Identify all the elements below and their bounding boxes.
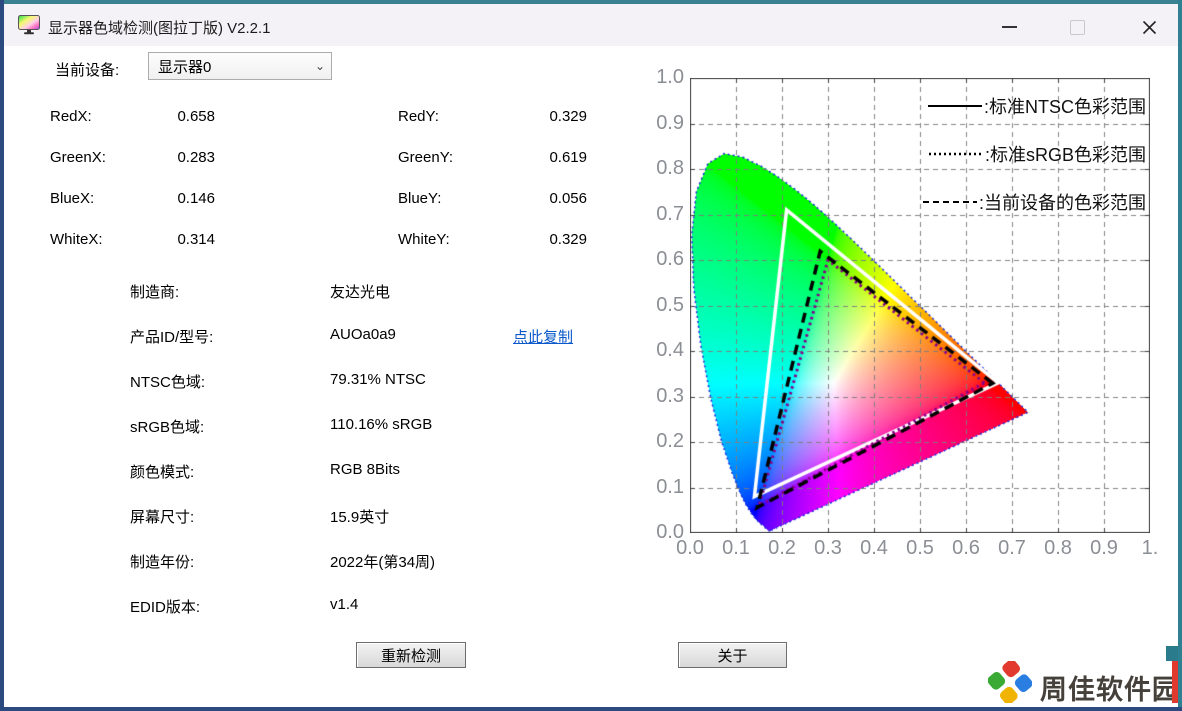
x-tick-label: 0.1	[722, 537, 750, 559]
pinwheel-logo-icon	[987, 659, 1033, 705]
redx-label: RedX:	[50, 108, 92, 125]
y-tick-label: 0.3	[656, 384, 684, 407]
redy-value: 0.329	[549, 108, 587, 125]
close-icon	[1142, 20, 1156, 34]
copy-link[interactable]: 点此复制	[513, 326, 573, 347]
close-button[interactable]	[1126, 8, 1172, 46]
color-monitor-icon	[18, 15, 40, 35]
srgb-gamut-label: sRGB色域:	[130, 419, 205, 436]
edid-version-value: v1.4	[330, 596, 359, 613]
bluex-value: 0.146	[177, 190, 215, 207]
watermark-text: 周佳软件园	[1040, 675, 1180, 705]
redetect-button[interactable]: 重新检测	[356, 642, 466, 668]
legend-label: :标准sRGB色彩范围	[984, 145, 1146, 165]
minimize-button[interactable]	[986, 8, 1032, 46]
y-tick-label: 0.9	[656, 111, 684, 134]
manufacturer-value: 友达光电	[330, 284, 391, 301]
srgb-gamut-value: 110.16% sRGB	[330, 416, 433, 433]
manufacturer-label: 制造商:	[130, 284, 180, 301]
bluey-label: BlueY:	[398, 190, 442, 207]
edid-version-label: EDID版本:	[130, 599, 201, 616]
manufacture-year-value: 2022年(第34周)	[330, 554, 436, 571]
chevron-down-icon: ⌄	[314, 59, 326, 73]
y-tick-label: 0.5	[656, 293, 684, 316]
maximize-icon	[1069, 19, 1085, 35]
product-id-label: 产品ID/型号:	[130, 329, 214, 346]
whitey-value: 0.329	[549, 231, 587, 248]
bluex-label: BlueX:	[50, 190, 95, 207]
x-tick-label: 0.3	[814, 537, 842, 559]
x-tick-label: 1.	[1141, 537, 1159, 559]
legend-label: :当前设备的色彩范围	[978, 193, 1146, 213]
window-title: 显示器色域检测(图拉丁版) V2.2.1	[48, 20, 271, 37]
y-tick-label: 0.4	[656, 339, 684, 361]
x-tick-label: 0.2	[768, 537, 796, 559]
maximize-button[interactable]	[1054, 8, 1100, 46]
legend-solid-line-icon	[928, 105, 982, 107]
device-select-label: 当前设备:	[55, 62, 120, 79]
whitex-value: 0.314	[177, 231, 215, 248]
device-select[interactable]: 显示器0 ⌄	[148, 52, 332, 80]
y-tick-label: 0.1	[656, 475, 684, 498]
titlebar: 显示器色域检测(图拉丁版) V2.2.1	[4, 4, 1178, 46]
whitex-label: WhiteX:	[50, 231, 103, 248]
y-tick-label: 0.0	[656, 521, 684, 543]
y-tick-label: 0.7	[656, 202, 684, 225]
color-mode-label: 颜色模式:	[130, 464, 195, 481]
color-mode-value: RGB 8Bits	[330, 461, 401, 478]
y-tick-label: 0.2	[656, 430, 684, 452]
x-tick-label: 0.4	[860, 537, 888, 559]
greenx-value: 0.283	[177, 149, 215, 166]
x-tick-label: 0.5	[906, 537, 934, 559]
whitey-label: WhiteY:	[398, 231, 450, 248]
ntsc-gamut-value: 79.31% NTSC	[330, 371, 426, 388]
window-border-left	[0, 0, 4, 711]
x-tick-label: 0.7	[998, 537, 1026, 559]
device-select-value: 显示器0	[158, 58, 212, 76]
y-tick-label: 0.8	[656, 157, 684, 179]
redy-label: RedY:	[398, 108, 439, 125]
screen-size-value: 15.9英寸	[330, 509, 390, 526]
x-tick-label: 0.8	[1044, 537, 1072, 559]
legend-dashed-line-icon	[922, 201, 977, 203]
x-tick-label: 0.6	[952, 537, 980, 559]
y-tick-label: 1.0	[656, 66, 684, 88]
legend-label: :标准NTSC色彩范围	[984, 97, 1146, 117]
greeny-label: GreenY:	[398, 149, 454, 166]
window-border-top	[0, 0, 1182, 4]
greeny-value: 0.619	[549, 149, 587, 166]
about-button[interactable]: 关于	[678, 642, 787, 668]
y-tick-label: 0.6	[656, 248, 684, 270]
greenx-label: GreenX:	[50, 149, 106, 166]
legend-entry-device: :当前设备的色彩范围	[921, 191, 1146, 213]
legend-entry-srgb: :标准sRGB色彩范围	[927, 143, 1146, 165]
ntsc-gamut-label: NTSC色域:	[130, 374, 206, 391]
x-tick-label: 0.9	[1090, 537, 1118, 559]
manufacture-year-label: 制造年份:	[130, 554, 195, 571]
minimize-icon	[1001, 26, 1017, 28]
redx-value: 0.658	[177, 108, 215, 125]
product-id-value: AUOa0a9	[330, 326, 396, 343]
window-border-bottom	[0, 707, 1182, 711]
screen-size-label: 屏幕尺寸:	[130, 509, 195, 526]
legend-dotted-line-icon	[928, 152, 983, 156]
bluey-value: 0.056	[549, 190, 587, 207]
legend-entry-ntsc: :标准NTSC色彩范围	[926, 95, 1146, 117]
window-border-right	[1178, 0, 1182, 711]
